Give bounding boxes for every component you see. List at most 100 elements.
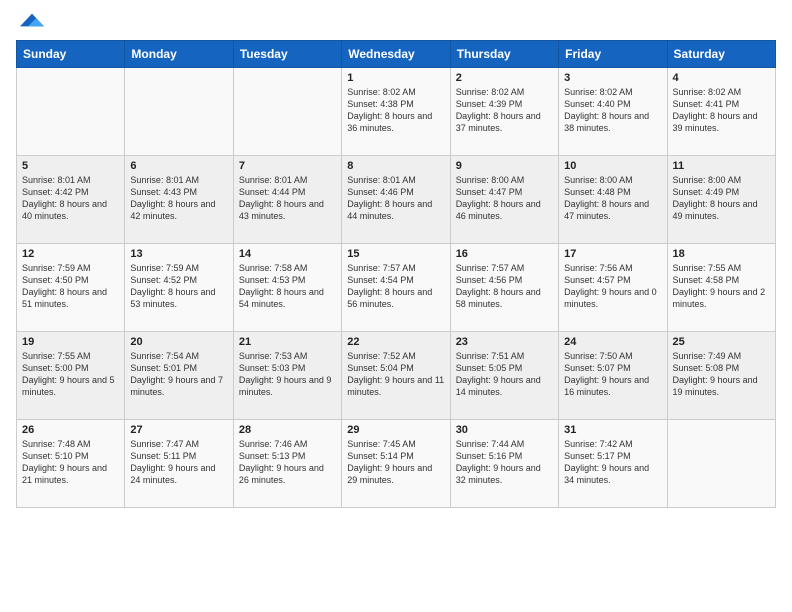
day-number: 13 [130, 248, 227, 260]
calendar-cell [233, 68, 341, 156]
day-number: 6 [130, 160, 227, 172]
day-info: Sunrise: 8:01 AM Sunset: 4:44 PM Dayligh… [239, 174, 336, 223]
day-number: 27 [130, 424, 227, 436]
day-number: 25 [673, 336, 770, 348]
calendar-cell: 9 Sunrise: 8:00 AM Sunset: 4:47 PM Daylig… [450, 156, 558, 244]
day-number: 3 [564, 72, 661, 84]
calendar-cell: 29Sunrise: 7:45 AM Sunset: 5:14 PM Dayli… [342, 420, 450, 508]
day-number: 15 [347, 248, 444, 260]
calendar-cell: 30 Sunrise: 7:44 AM Sunset: 5:16 PM Dayli… [450, 420, 558, 508]
calendar-cell: 12 Sunrise: 7:59 AM Sunset: 4:50 PM Dayli… [17, 244, 125, 332]
day-info: Sunrise: 7:52 AM Sunset: 5:04 PM Dayligh… [347, 350, 444, 399]
day-info: Sunrise: 7:54 AM Sunset: 5:01 PM Dayligh… [130, 350, 227, 399]
header-row: SundayMondayTuesdayWednesdayThursdayFrid… [17, 41, 776, 68]
day-number: 2 [456, 72, 553, 84]
day-info: Sunrise: 7:46 AM Sunset: 5:13 PM Dayligh… [239, 438, 336, 487]
calendar-week: 12 Sunrise: 7:59 AM Sunset: 4:50 PM Dayli… [17, 244, 776, 332]
day-number: 9 [456, 160, 553, 172]
day-number: 11 [673, 160, 770, 172]
day-number: 7 [239, 160, 336, 172]
day-number: 5 [22, 160, 119, 172]
calendar-cell: 11 Sunrise: 8:00 AM Sunset: 4:49 PM Dayli… [667, 156, 775, 244]
day-number: 17 [564, 248, 661, 260]
day-info: Sunrise: 7:47 AM Sunset: 5:11 PM Dayligh… [130, 438, 227, 487]
day-number: 20 [130, 336, 227, 348]
calendar-cell: 28 Sunrise: 7:46 AM Sunset: 5:13 PM Dayli… [233, 420, 341, 508]
day-header: Wednesday [342, 41, 450, 68]
day-info: Sunrise: 8:00 AM Sunset: 4:49 PM Dayligh… [673, 174, 770, 223]
day-info: Sunrise: 7:55 AM Sunset: 5:00 PM Dayligh… [22, 350, 119, 399]
calendar-cell: 8 Sunrise: 8:01 AM Sunset: 4:46 PM Daylig… [342, 156, 450, 244]
calendar-cell: 5Sunrise: 8:01 AM Sunset: 4:42 PM Daylig… [17, 156, 125, 244]
day-info: Sunrise: 8:00 AM Sunset: 4:48 PM Dayligh… [564, 174, 661, 223]
day-info: Sunrise: 8:00 AM Sunset: 4:47 PM Dayligh… [456, 174, 553, 223]
day-number: 31 [564, 424, 661, 436]
day-info: Sunrise: 7:55 AM Sunset: 4:58 PM Dayligh… [673, 262, 770, 311]
day-header: Friday [559, 41, 667, 68]
calendar-cell: 6 Sunrise: 8:01 AM Sunset: 4:43 PM Daylig… [125, 156, 233, 244]
day-info: Sunrise: 8:01 AM Sunset: 4:43 PM Dayligh… [130, 174, 227, 223]
calendar-cell: 23Sunrise: 7:51 AM Sunset: 5:05 PM Dayli… [450, 332, 558, 420]
day-info: Sunrise: 8:02 AM Sunset: 4:40 PM Dayligh… [564, 86, 661, 135]
calendar-cell [667, 420, 775, 508]
day-info: Sunrise: 7:57 AM Sunset: 4:54 PM Dayligh… [347, 262, 444, 311]
calendar-week: 19 Sunrise: 7:55 AM Sunset: 5:00 PM Dayli… [17, 332, 776, 420]
day-number: 12 [22, 248, 119, 260]
calendar-cell: 2 Sunrise: 8:02 AM Sunset: 4:39 PM Daylig… [450, 68, 558, 156]
day-header: Tuesday [233, 41, 341, 68]
day-info: Sunrise: 7:59 AM Sunset: 4:52 PM Dayligh… [130, 262, 227, 311]
calendar-cell: 7 Sunrise: 8:01 AM Sunset: 4:44 PM Daylig… [233, 156, 341, 244]
calendar-cell: 24 Sunrise: 7:50 AM Sunset: 5:07 PM Dayli… [559, 332, 667, 420]
calendar-cell: 14 Sunrise: 7:58 AM Sunset: 4:53 PM Dayli… [233, 244, 341, 332]
calendar-cell: 18 Sunrise: 7:55 AM Sunset: 4:58 PM Dayli… [667, 244, 775, 332]
calendar-cell [125, 68, 233, 156]
day-info: Sunrise: 7:59 AM Sunset: 4:50 PM Dayligh… [22, 262, 119, 311]
day-info: Sunrise: 7:49 AM Sunset: 5:08 PM Dayligh… [673, 350, 770, 399]
day-number: 28 [239, 424, 336, 436]
calendar-cell: 16 Sunrise: 7:57 AM Sunset: 4:56 PM Dayli… [450, 244, 558, 332]
day-number: 26 [22, 424, 119, 436]
day-info: Sunrise: 8:02 AM Sunset: 4:38 PM Dayligh… [347, 86, 444, 135]
day-number: 8 [347, 160, 444, 172]
day-header: Saturday [667, 41, 775, 68]
day-number: 30 [456, 424, 553, 436]
day-info: Sunrise: 7:57 AM Sunset: 4:56 PM Dayligh… [456, 262, 553, 311]
calendar-cell: 4Sunrise: 8:02 AM Sunset: 4:41 PM Daylig… [667, 68, 775, 156]
calendar-cell: 17Sunrise: 7:56 AM Sunset: 4:57 PM Dayli… [559, 244, 667, 332]
logo-text [16, 12, 44, 32]
day-number: 22 [347, 336, 444, 348]
calendar-week: 1Sunrise: 8:02 AM Sunset: 4:38 PM Daylig… [17, 68, 776, 156]
day-info: Sunrise: 8:02 AM Sunset: 4:39 PM Dayligh… [456, 86, 553, 135]
day-info: Sunrise: 7:44 AM Sunset: 5:16 PM Dayligh… [456, 438, 553, 487]
day-number: 21 [239, 336, 336, 348]
day-number: 18 [673, 248, 770, 260]
logo-icon [20, 8, 44, 32]
day-number: 4 [673, 72, 770, 84]
calendar-cell: 1Sunrise: 8:02 AM Sunset: 4:38 PM Daylig… [342, 68, 450, 156]
calendar-cell: 15 Sunrise: 7:57 AM Sunset: 4:54 PM Dayli… [342, 244, 450, 332]
day-info: Sunrise: 7:45 AM Sunset: 5:14 PM Dayligh… [347, 438, 444, 487]
logo [16, 12, 44, 32]
calendar-cell [17, 68, 125, 156]
calendar-table: SundayMondayTuesdayWednesdayThursdayFrid… [16, 40, 776, 508]
day-info: Sunrise: 7:58 AM Sunset: 4:53 PM Dayligh… [239, 262, 336, 311]
calendar-cell: 10 Sunrise: 8:00 AM Sunset: 4:48 PM Dayli… [559, 156, 667, 244]
page: SundayMondayTuesdayWednesdayThursdayFrid… [0, 0, 792, 612]
calendar-cell: 25 Sunrise: 7:49 AM Sunset: 5:08 PM Dayli… [667, 332, 775, 420]
calendar-cell: 20 Sunrise: 7:54 AM Sunset: 5:01 PM Dayli… [125, 332, 233, 420]
day-number: 24 [564, 336, 661, 348]
day-info: Sunrise: 7:51 AM Sunset: 5:05 PM Dayligh… [456, 350, 553, 399]
day-number: 19 [22, 336, 119, 348]
day-info: Sunrise: 7:50 AM Sunset: 5:07 PM Dayligh… [564, 350, 661, 399]
calendar-cell: 21Sunrise: 7:53 AM Sunset: 5:03 PM Dayli… [233, 332, 341, 420]
day-header: Sunday [17, 41, 125, 68]
day-number: 14 [239, 248, 336, 260]
calendar-cell: 22 Sunrise: 7:52 AM Sunset: 5:04 PM Dayli… [342, 332, 450, 420]
day-number: 10 [564, 160, 661, 172]
calendar-cell: 19 Sunrise: 7:55 AM Sunset: 5:00 PM Dayli… [17, 332, 125, 420]
calendar-week: 26Sunrise: 7:48 AM Sunset: 5:10 PM Dayli… [17, 420, 776, 508]
header [16, 12, 776, 32]
day-info: Sunrise: 8:01 AM Sunset: 4:46 PM Dayligh… [347, 174, 444, 223]
calendar-cell: 27 Sunrise: 7:47 AM Sunset: 5:11 PM Dayli… [125, 420, 233, 508]
day-number: 16 [456, 248, 553, 260]
